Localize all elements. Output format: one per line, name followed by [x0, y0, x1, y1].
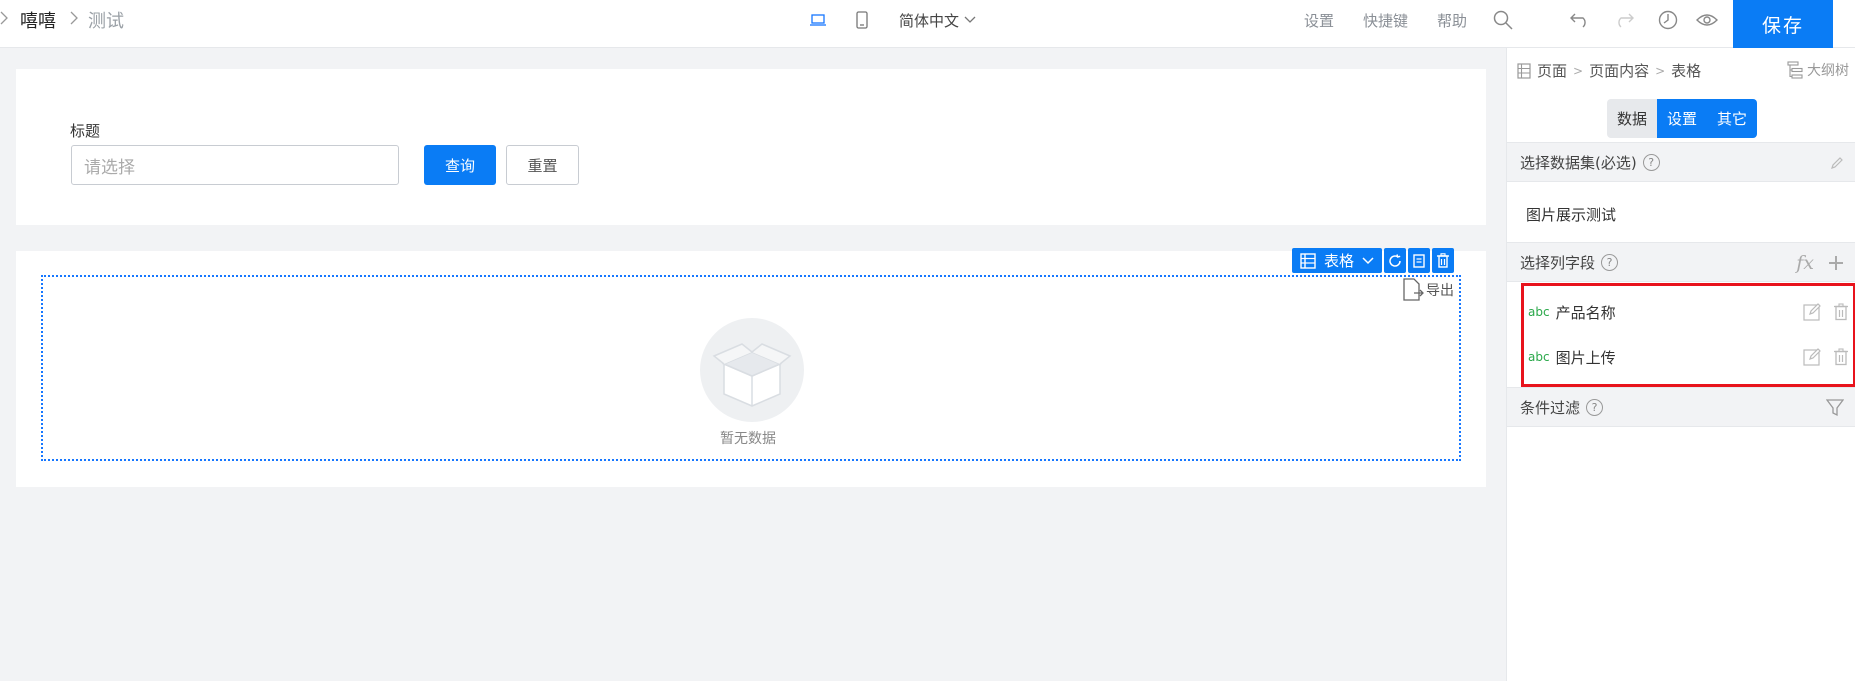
help-icon[interactable]: ? [1601, 253, 1619, 271]
preview-button[interactable] [1696, 0, 1718, 40]
undo-button[interactable] [1569, 0, 1591, 40]
crumb-separator: > [1655, 63, 1666, 78]
fx-icon[interactable]: fx [1796, 252, 1814, 274]
outline-tree-button[interactable]: 大纲树 [1787, 60, 1849, 80]
breadcrumb-current: 测试 [88, 11, 124, 32]
field-name: 图片上传 [1555, 348, 1616, 367]
select-placeholder: 请选择 [84, 157, 135, 178]
save-button[interactable]: 保存 [1733, 0, 1833, 48]
chevron-down-icon [1362, 256, 1374, 264]
copy-button[interactable] [1408, 248, 1431, 273]
outline-tree-icon [1787, 61, 1803, 79]
filter-icon[interactable] [1826, 399, 1844, 417]
language-label: 简体中文 [899, 11, 960, 30]
delete-button[interactable] [1432, 248, 1455, 273]
trash-icon[interactable] [1833, 348, 1849, 366]
panel-crumb-table: 表格 [1671, 62, 1702, 80]
search-button[interactable] [1493, 0, 1513, 40]
field-type-badge: abc [1528, 350, 1550, 364]
filter-section-header: 条件过滤 ? [1507, 387, 1855, 427]
language-select[interactable]: 简体中文 [899, 0, 976, 40]
chevron-right-icon [70, 11, 78, 29]
edit-icon[interactable] [1803, 303, 1821, 321]
trash-icon[interactable] [1833, 303, 1849, 321]
tab-data[interactable]: 数据 [1607, 99, 1657, 138]
columns-title: 选择列字段 [1520, 253, 1596, 272]
empty-box-icon [700, 318, 804, 422]
mobile-view-button[interactable] [856, 0, 868, 40]
dataset-section-header: 选择数据集(必选) ? [1507, 142, 1855, 182]
empty-data-text: 暂无数据 [720, 431, 776, 447]
shortcuts-link[interactable]: 快捷键 [1363, 10, 1408, 31]
table-type-dropdown[interactable]: 表格 [1292, 248, 1383, 273]
undo-icon [1570, 13, 1586, 28]
export-icon [1403, 278, 1424, 301]
add-icon[interactable] [1828, 255, 1844, 271]
breadcrumb: 嘻嘻 测试 [0, 0, 124, 40]
settings-link[interactable]: 设置 [1304, 10, 1334, 31]
dataset-title: 选择数据集(必选) [1520, 153, 1637, 172]
table-icon [1300, 252, 1316, 269]
chevron-right-icon [0, 11, 8, 29]
redo-icon [1618, 13, 1634, 28]
table-toolbar: 表格 [1292, 248, 1455, 273]
refresh-button[interactable] [1384, 248, 1407, 273]
filter-title-label: 标题 [70, 122, 101, 140]
field-name: 产品名称 [1555, 303, 1616, 322]
history-button[interactable] [1658, 0, 1678, 40]
column-fields-list: abc 产品名称 abc 图片上传 [1521, 283, 1855, 387]
trash-icon [1437, 253, 1450, 268]
columns-section-header: 选择列字段 ? fx [1507, 242, 1855, 282]
table-icon [1517, 62, 1531, 79]
panel-breadcrumb: 页面 > 页面内容 > 表格 [1517, 60, 1701, 81]
desktop-view-button[interactable] [810, 0, 826, 40]
chevron-down-icon [964, 16, 976, 23]
list-item[interactable]: abc 产品名称 [1524, 297, 1855, 327]
edit-icon[interactable] [1803, 348, 1821, 366]
title-select-input[interactable]: 请选择 [71, 145, 399, 185]
panel-crumb-content[interactable]: 页面内容 [1589, 60, 1649, 81]
copy-icon [1413, 253, 1425, 268]
help-icon[interactable]: ? [1642, 153, 1660, 171]
breadcrumb-home[interactable]: 嘻嘻 [20, 7, 56, 33]
query-button[interactable]: 查询 [424, 145, 496, 185]
help-icon[interactable]: ? [1586, 398, 1604, 416]
eye-icon [1696, 14, 1718, 26]
export-button[interactable]: 导出 [1402, 278, 1454, 302]
refresh-icon [1389, 253, 1401, 267]
search-icon [1493, 10, 1513, 30]
filter-title: 条件过滤 [1520, 398, 1581, 417]
outline-tree-label: 大纲树 [1807, 63, 1849, 79]
redo-button[interactable] [1613, 0, 1635, 40]
top-bar: 嘻嘻 测试 简体中文 设置 快捷键 帮助 保存 [0, 0, 1855, 48]
table-type-label: 表格 [1324, 252, 1355, 270]
tab-other[interactable]: 其它 [1707, 99, 1757, 138]
laptop-icon [810, 14, 826, 26]
help-link[interactable]: 帮助 [1437, 10, 1467, 31]
mobile-icon [856, 11, 868, 29]
clock-icon [1658, 10, 1678, 30]
export-label: 导出 [1426, 283, 1454, 299]
field-type-badge: abc [1528, 305, 1550, 319]
edit-icon[interactable] [1830, 156, 1844, 170]
property-panel: 页面 > 页面内容 > 表格 大纲树 数据 设置 其它 选择数据集(必选) ? … [1506, 48, 1855, 681]
crumb-separator: > [1573, 63, 1584, 78]
list-item[interactable]: abc 图片上传 [1524, 342, 1855, 372]
panel-tabs: 数据 设置 其它 [1607, 99, 1757, 138]
reset-button[interactable]: 重置 [506, 145, 579, 185]
dataset-value[interactable]: 图片展示测试 [1526, 204, 1616, 225]
tab-settings[interactable]: 设置 [1657, 99, 1707, 138]
panel-crumb-page[interactable]: 页面 [1537, 60, 1567, 81]
